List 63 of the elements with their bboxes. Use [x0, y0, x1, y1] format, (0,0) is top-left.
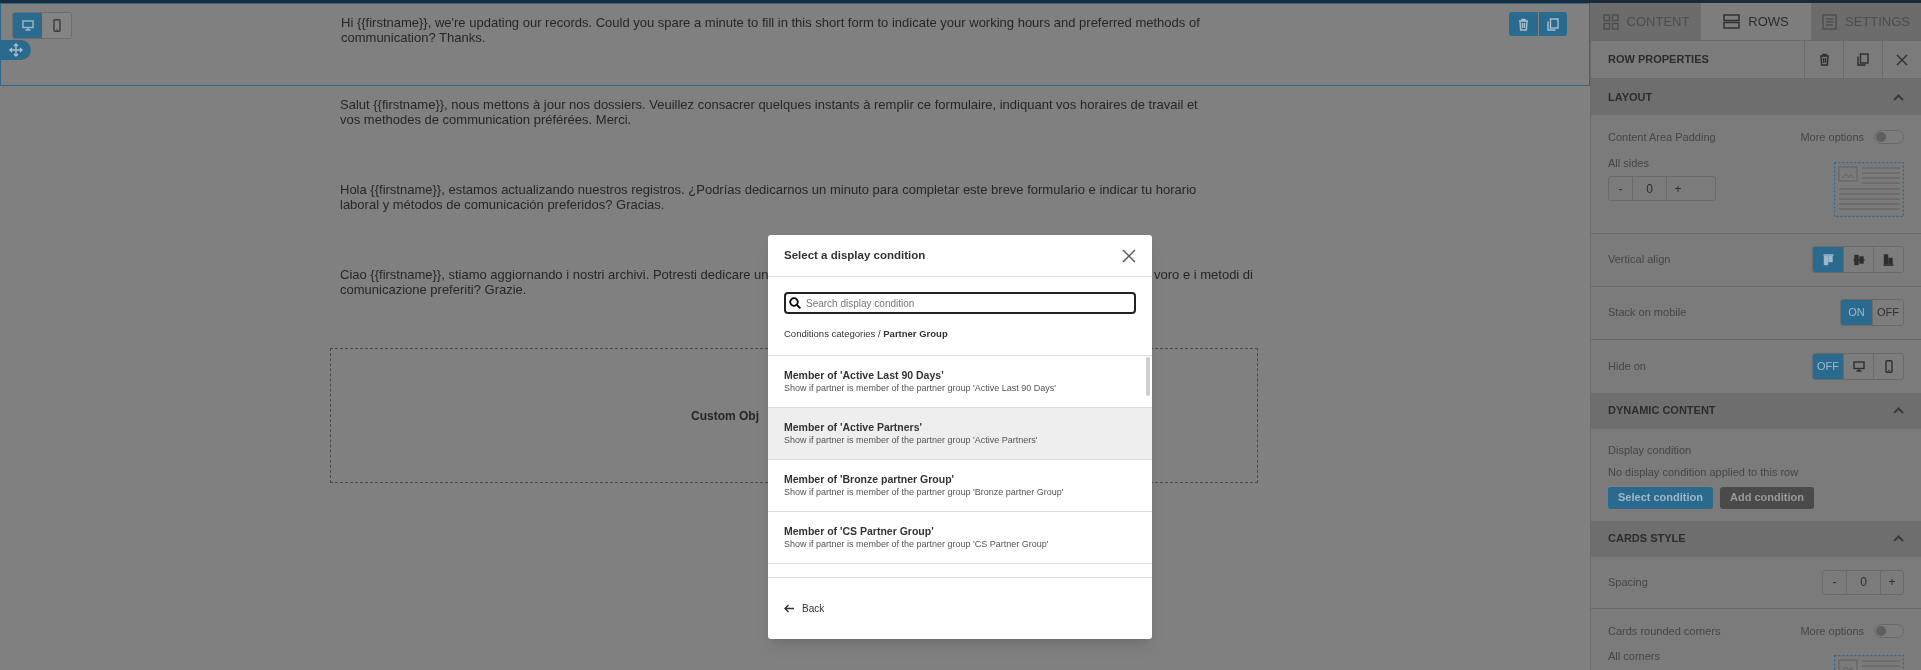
layout-preview-drawing — [1834, 161, 1904, 217]
desktop-view-button[interactable] — [13, 13, 42, 38]
mobile-view-button[interactable] — [42, 13, 71, 38]
duplicate-row-button[interactable] — [1539, 12, 1567, 36]
decrement-button[interactable]: - — [1823, 570, 1846, 594]
back-arrow-icon — [784, 604, 795, 614]
dialog-title: Select a display condition — [784, 247, 926, 263]
move-handle[interactable] — [1, 40, 31, 60]
increment-button[interactable]: + — [1881, 570, 1903, 594]
align-middle-icon — [1852, 253, 1865, 266]
panel-title: ROW PROPERTIES — [1607, 52, 1710, 68]
monitor-icon — [21, 20, 34, 31]
device-option[interactable]: OFF — [1813, 353, 1843, 379]
phone-icon — [1884, 359, 1893, 373]
paragraph-text: Hola {{firstname}}, estamos actualizando nuestros registros. ¿Podrías dedicarnos un minuto para completar este breve formulario e indicar tu horario laboral y métodos de comunicación preferidos? Gracias. — [340, 182, 1198, 212]
align-option[interactable] — [1813, 247, 1843, 272]
number-field[interactable]: 0 — [1632, 177, 1667, 200]
condition-option[interactable]: Member of 'Active Partners' Show if partner is member of the partner group 'Active Partners' — [768, 408, 1152, 461]
trash-icon — [1518, 17, 1529, 31]
breadcrumb: Conditions categories / Partner Group — [783, 327, 949, 341]
condition-option[interactable]: Member of 'Active Last 90 Days' Show if partner is member of the partner group 'Active Last 90 Days' — [768, 356, 1152, 409]
close-icon — [1122, 248, 1136, 263]
number-field[interactable]: 0 — [1846, 570, 1881, 594]
panel-tab[interactable]: ROWS — [1701, 3, 1811, 40]
grid-icon — [1602, 13, 1619, 30]
paragraph-text: voro e i metodi di — [1154, 267, 1253, 282]
rows-icon — [1723, 14, 1741, 29]
condition-button[interactable]: Select condition — [1608, 486, 1713, 509]
paragraph-text: Salut {{firstname}}, nous mettons à jour nos dossiers. Veuillez consacrer quelques instants à remplir ce formulaire, indiquant vos horaires de travail et vos methodes de communication préférées. Merci. — [340, 97, 1199, 127]
delete-row-button[interactable] — [1509, 12, 1538, 36]
decrement-button[interactable]: - — [1609, 177, 1632, 200]
block-label: Custom Obj — [691, 407, 759, 425]
switch-option[interactable]: OFF — [1872, 300, 1903, 325]
copy-icon — [1547, 17, 1559, 31]
close-icon — [1896, 53, 1908, 66]
paragraph-text: Ciao {{firstname}}, stiamo aggiornando i nostri archivi. Potresti dedicare un — [340, 267, 769, 282]
section-title: LAYOUT — [1608, 89, 1653, 105]
scrollbar-thumb[interactable] — [1146, 357, 1150, 397]
phone-icon — [52, 19, 61, 32]
paragraph-text: Hi {{firstname}}, we're updating our records. Could you spare a minute to fill in this short form to indicate your working hours and preferred methods of communication? Thanks. — [341, 15, 1201, 45]
paragraph-text: comunicazione preferiti? Grazie. — [340, 282, 527, 297]
switch-option[interactable]: ON — [1841, 300, 1872, 325]
condition-button[interactable]: Add condition — [1719, 486, 1814, 509]
copy-icon — [1857, 53, 1869, 66]
search-icon — [789, 297, 801, 309]
increment-button[interactable]: + — [1667, 177, 1689, 200]
back-button[interactable]: Back — [784, 601, 825, 617]
monitor-icon — [1852, 360, 1865, 372]
align-bottom-icon — [1883, 253, 1894, 266]
condition-option[interactable]: Member of 'CS Partner Group' Show if partner is member of the partner group 'CS Partner Group' — [768, 512, 1152, 565]
align-option[interactable] — [1873, 247, 1903, 272]
section-title: DYNAMIC CONTENT — [1608, 403, 1716, 419]
toggle-switch[interactable] — [1874, 130, 1904, 145]
document-icon — [1822, 13, 1837, 30]
device-option[interactable] — [1873, 353, 1903, 379]
close-button[interactable] — [1122, 248, 1136, 263]
condition-option[interactable]: Member of 'Bronze partner Group' Show if partner is member of the partner group 'Bronze partner Group' — [768, 460, 1152, 513]
section-title: CARDS STYLE — [1608, 531, 1686, 547]
align-top-icon — [1822, 253, 1834, 266]
trash-icon — [1818, 53, 1830, 66]
move-icon — [9, 43, 23, 57]
search-field[interactable]: Search display condition — [784, 292, 1136, 314]
toggle-switch[interactable] — [1874, 623, 1904, 638]
